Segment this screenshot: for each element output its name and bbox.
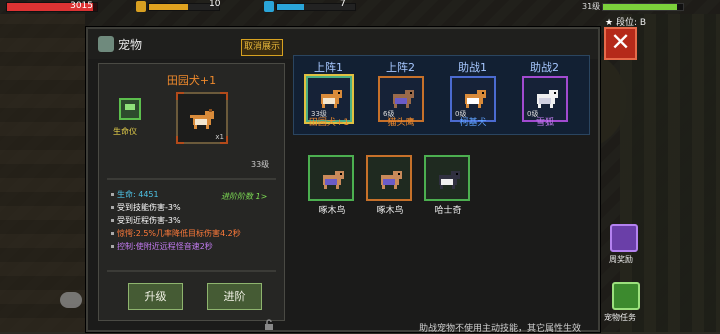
husky-icon (439, 171, 460, 189)
team-slot-name: 田园犬+1 (308, 118, 350, 128)
team-slot-tab[interactable]: 助战1 (458, 59, 487, 75)
dog-icon (321, 90, 342, 108)
owl-icon (393, 90, 414, 108)
weekly-reward-label: 周奖励 (609, 255, 633, 264)
stat-line: 受到技能伤害-3% (111, 202, 181, 213)
woodpecker-icon (381, 171, 402, 189)
team-slot-name: 雪狐 (535, 118, 554, 128)
pet-count: x1 (215, 133, 224, 141)
divider (107, 178, 276, 180)
stat-text: 生命: 4451 (117, 190, 159, 199)
inventory-pet-slot[interactable] (366, 155, 412, 201)
player-level: 31级 (582, 2, 601, 11)
energy-value: 7 (340, 0, 346, 9)
woodpecker-icon (323, 171, 344, 189)
advance-count-link[interactable]: 进阶阶数 1> (221, 191, 267, 202)
advance-button[interactable]: 进阶 (207, 283, 262, 310)
stat-line: 生命: 4451 (111, 189, 159, 200)
team-slot-tab[interactable]: 助战2 (530, 59, 559, 75)
team-slot-name: 猫头鹰 (387, 118, 415, 128)
cancel-display-button[interactable]: 取消展示 (241, 39, 283, 56)
inventory-pet-name: 哈士奇 (434, 206, 462, 216)
assist-tip: 助战宠物不使用主动技能，其它属性生效 (419, 324, 582, 334)
stat-text: 受到近程伤害-3% (117, 216, 181, 225)
stat-text: 惊愕:2.5%几率降低目标伤害4.2秒 (117, 229, 241, 238)
armor-value: 10 (209, 0, 221, 9)
stat-text: 受到技能伤害-3% (117, 203, 181, 212)
divider (107, 270, 276, 272)
xp-bar (602, 3, 684, 11)
inventory-pet-slot[interactable] (308, 155, 354, 201)
stat-line: 受到近程伤害-3% (111, 215, 181, 226)
upgrade-button[interactable]: 升级 (128, 283, 183, 310)
life-meter-label: 生命仪 (113, 127, 137, 136)
pet-task-label: 宠物任务 (604, 313, 636, 322)
weekly-reward-button[interactable] (610, 224, 638, 252)
inventory-pet-name: 啄木鸟 (376, 206, 404, 216)
panel-title: 宠物 (118, 38, 143, 52)
team-slot-tab[interactable]: 上阵2 (386, 59, 415, 75)
xp-bar-fill (603, 4, 677, 10)
stat-text: 控制:使附近远程怪音速2秒 (117, 242, 213, 251)
team-slot-tab[interactable]: 上阵1 (314, 59, 343, 75)
chat-icon[interactable] (60, 292, 82, 308)
armor-icon (136, 1, 146, 12)
energy-icon (264, 1, 274, 12)
pet-task-button[interactable] (612, 282, 640, 310)
inventory-pet-name: 啄木鸟 (318, 206, 346, 216)
fox-icon (537, 90, 558, 108)
stat-line: 惊愕:2.5%几率降低目标伤害4.2秒 (111, 228, 241, 239)
pet-icon (98, 36, 114, 52)
lock-icon[interactable] (263, 319, 275, 331)
selected-pet-level: 33级 (251, 160, 270, 169)
selected-pet-portrait[interactable]: x1 (176, 92, 228, 144)
pet-detail-box: 田园犬+1 生命仪 x1 33级 生命: 4451 受到技能伤害-3% 受到近程伤害… (98, 63, 285, 330)
selected-pet-name: 田园犬+1 (166, 74, 217, 87)
dog-icon (190, 109, 214, 129)
corgi-icon (465, 90, 486, 108)
close-button[interactable]: ✕ (604, 27, 637, 60)
armor-bar-fill (149, 4, 188, 10)
pet-panel: 宠物 田园犬+1 生命仪 x1 33级 生命: 4451 受到技能伤害-3% 受到近… (86, 27, 600, 334)
energy-bar-fill (277, 4, 305, 10)
top-hud: 3015 10 7 31级 ★ 段位: B (0, 0, 720, 28)
hp-value: 3015 (70, 1, 93, 11)
hp-bar: 3015 (6, 1, 98, 12)
life-meter-icon[interactable] (119, 98, 141, 120)
team-slot-name: 柯基犬 (459, 118, 487, 128)
stat-line: 控制:使附近远程怪音速2秒 (111, 241, 213, 252)
inventory-pet-slot[interactable] (424, 155, 470, 201)
